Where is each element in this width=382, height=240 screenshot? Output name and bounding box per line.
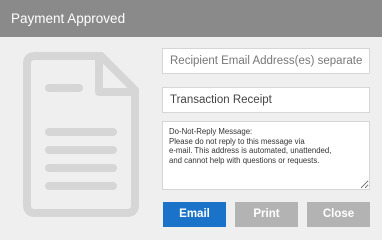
- document-icon: [23, 52, 139, 217]
- close-button[interactable]: Close: [307, 202, 370, 227]
- message-textarea[interactable]: Do-Not-Reply Message: Please do not repl…: [162, 121, 370, 190]
- recipient-email-input[interactable]: [162, 48, 370, 74]
- subject-input[interactable]: [162, 87, 370, 113]
- payment-approved-dialog: Payment Approved Do-Not-Reply Message: P…: [0, 0, 382, 236]
- dialog-title: Payment Approved: [0, 0, 382, 37]
- print-button[interactable]: Print: [235, 202, 298, 227]
- email-button[interactable]: Email: [163, 202, 226, 227]
